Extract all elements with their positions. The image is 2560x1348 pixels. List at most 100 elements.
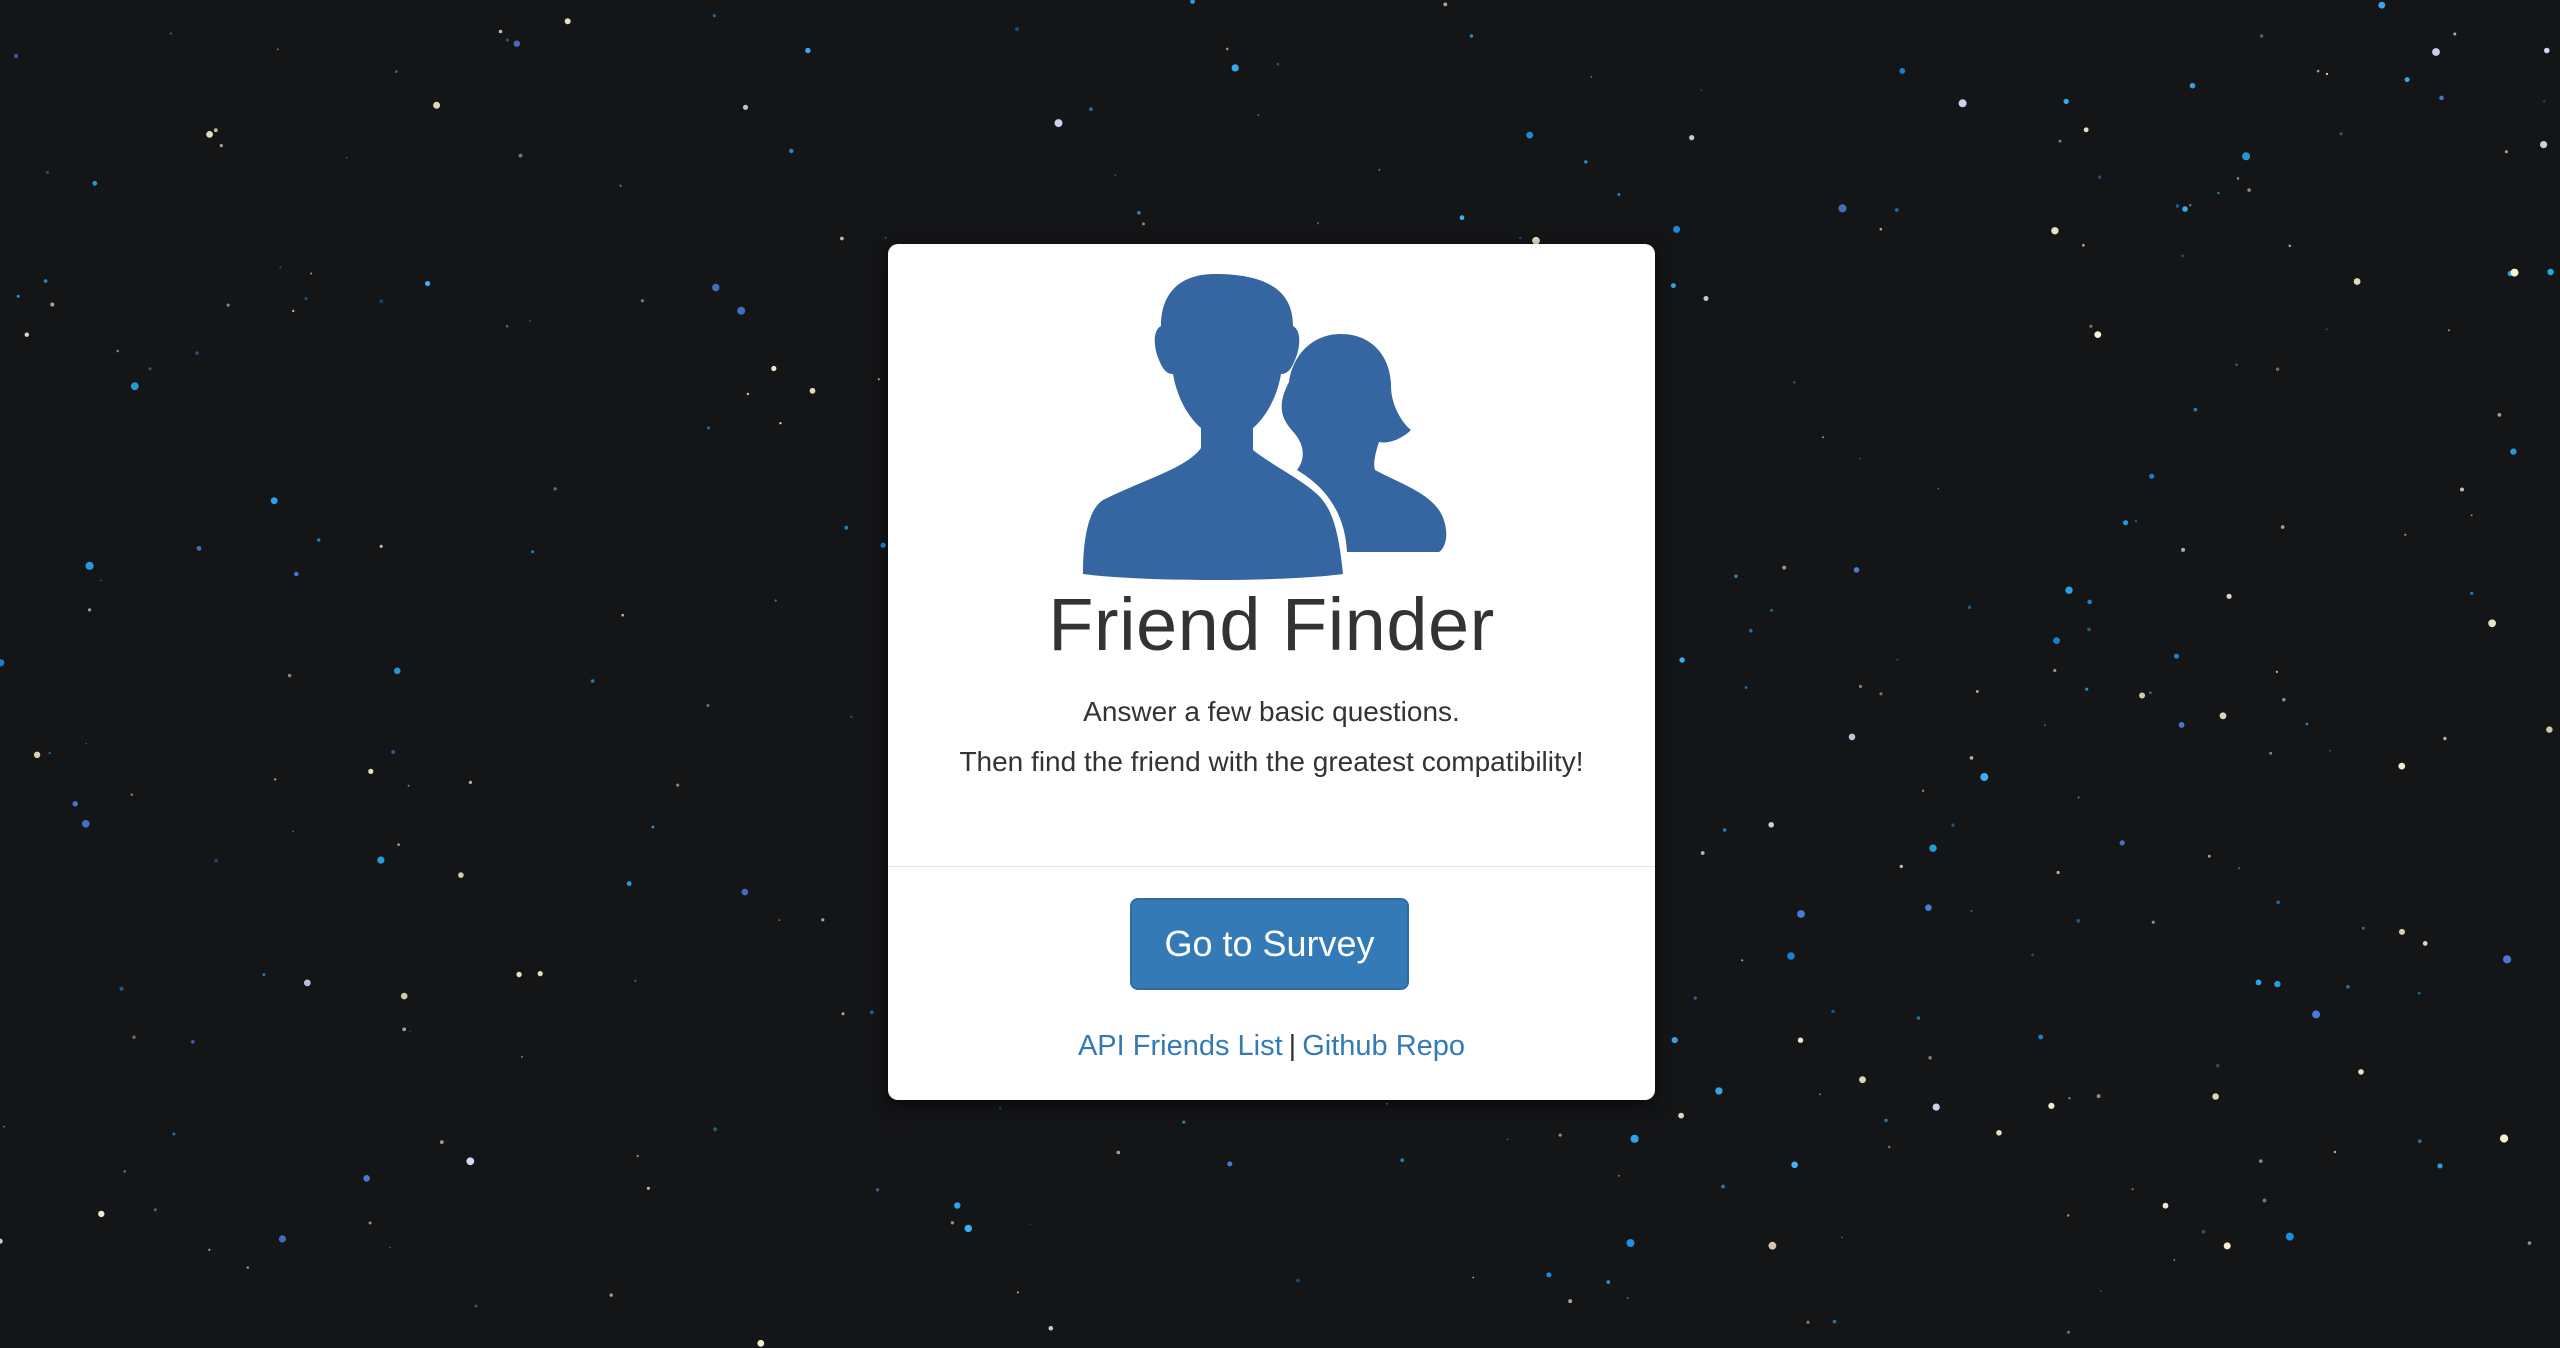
- star: [1797, 1037, 1804, 1043]
- star: [2068, 1097, 2071, 1100]
- star: [1506, 1138, 1509, 1141]
- star: [2226, 593, 2232, 599]
- star: [621, 613, 624, 617]
- star: [1819, 1093, 1821, 1095]
- star: [92, 180, 98, 186]
- star: [2189, 82, 2196, 89]
- star: [50, 302, 55, 307]
- star: [474, 1304, 478, 1308]
- star: [2087, 599, 2092, 605]
- star: [498, 29, 503, 34]
- star: [2544, 47, 2550, 54]
- star: [2173, 1259, 2176, 1261]
- star: [2546, 726, 2553, 733]
- star: [2258, 1159, 2263, 1163]
- go-to-survey-button[interactable]: Go to Survey: [1130, 898, 1409, 990]
- star: [1225, 47, 1229, 51]
- star: [1054, 119, 1063, 128]
- star: [2285, 1232, 2294, 1241]
- star: [1734, 574, 1738, 578]
- star: [294, 571, 299, 577]
- star: [1715, 1087, 1723, 1095]
- footer-links: API Friends List | Github Repo: [888, 1030, 1655, 1063]
- star: [2488, 619, 2497, 628]
- star: [2207, 854, 2211, 858]
- star: [1015, 27, 1019, 31]
- star: [214, 858, 219, 863]
- star: [2235, 363, 2238, 367]
- star: [292, 309, 295, 313]
- star: [195, 351, 199, 355]
- star: [513, 40, 520, 47]
- star: [1741, 959, 1744, 962]
- star: [1316, 222, 1320, 225]
- star: [2087, 627, 2091, 632]
- star: [2181, 254, 2185, 258]
- star: [2236, 177, 2240, 180]
- star: [439, 1140, 444, 1144]
- star: [1257, 114, 1260, 117]
- star: [213, 128, 218, 133]
- star: [1853, 567, 1860, 573]
- star: [2547, 268, 2554, 276]
- subtitle-line-1: Answer a few basic questions.: [1083, 696, 1460, 727]
- star: [1700, 89, 1703, 91]
- star: [1916, 1016, 1921, 1020]
- star: [368, 768, 374, 775]
- star: [954, 1202, 961, 1209]
- api-friends-list-link[interactable]: API Friends List: [1078, 1030, 1283, 1062]
- star: [844, 525, 849, 530]
- star: [1722, 828, 1727, 832]
- star: [2274, 980, 2281, 988]
- github-repo-link[interactable]: Github Repo: [1302, 1030, 1465, 1062]
- star: [292, 830, 295, 833]
- star: [1797, 910, 1805, 918]
- star: [2358, 1069, 2364, 1075]
- star: [2353, 278, 2361, 285]
- star: [1276, 62, 1280, 66]
- star: [425, 280, 431, 287]
- star: [1894, 208, 1899, 212]
- star: [153, 1208, 157, 1212]
- star: [531, 550, 535, 554]
- star: [98, 1210, 105, 1218]
- star: [2048, 1102, 2055, 1109]
- star: [1970, 909, 1973, 912]
- star: [2275, 367, 2280, 371]
- star: [1884, 1118, 1888, 1123]
- star: [2399, 928, 2405, 935]
- star: [2361, 926, 2365, 930]
- star: [1546, 1272, 1552, 1278]
- star: [712, 14, 717, 18]
- star: [1678, 1112, 1684, 1119]
- star: [1459, 215, 1465, 221]
- card-header: Friend Finder Answer a few basic questio…: [888, 244, 1655, 866]
- star: [2188, 203, 2192, 207]
- star: [1618, 1174, 1620, 1177]
- star: [206, 131, 214, 138]
- star: [2076, 918, 2081, 923]
- star: [466, 1157, 475, 1166]
- star: [2453, 32, 2457, 36]
- star: [409, 1030, 412, 1033]
- star: [1859, 457, 1861, 460]
- star: [2260, 34, 2264, 38]
- star: [270, 497, 278, 505]
- star: [1670, 283, 1676, 289]
- star: [148, 367, 152, 371]
- star: [119, 986, 124, 991]
- star: [279, 266, 282, 269]
- star: [1231, 64, 1239, 72]
- star: [778, 919, 781, 921]
- star: [1679, 657, 1685, 663]
- star: [2065, 586, 2073, 594]
- star: [1689, 135, 1695, 141]
- star: [2247, 188, 2251, 192]
- star: [2437, 1163, 2443, 1169]
- star: [2083, 127, 2089, 133]
- star: [1142, 222, 1145, 226]
- star: [2325, 72, 2329, 76]
- star: [402, 1027, 407, 1032]
- star: [2056, 870, 2060, 875]
- star: [2527, 1241, 2532, 1245]
